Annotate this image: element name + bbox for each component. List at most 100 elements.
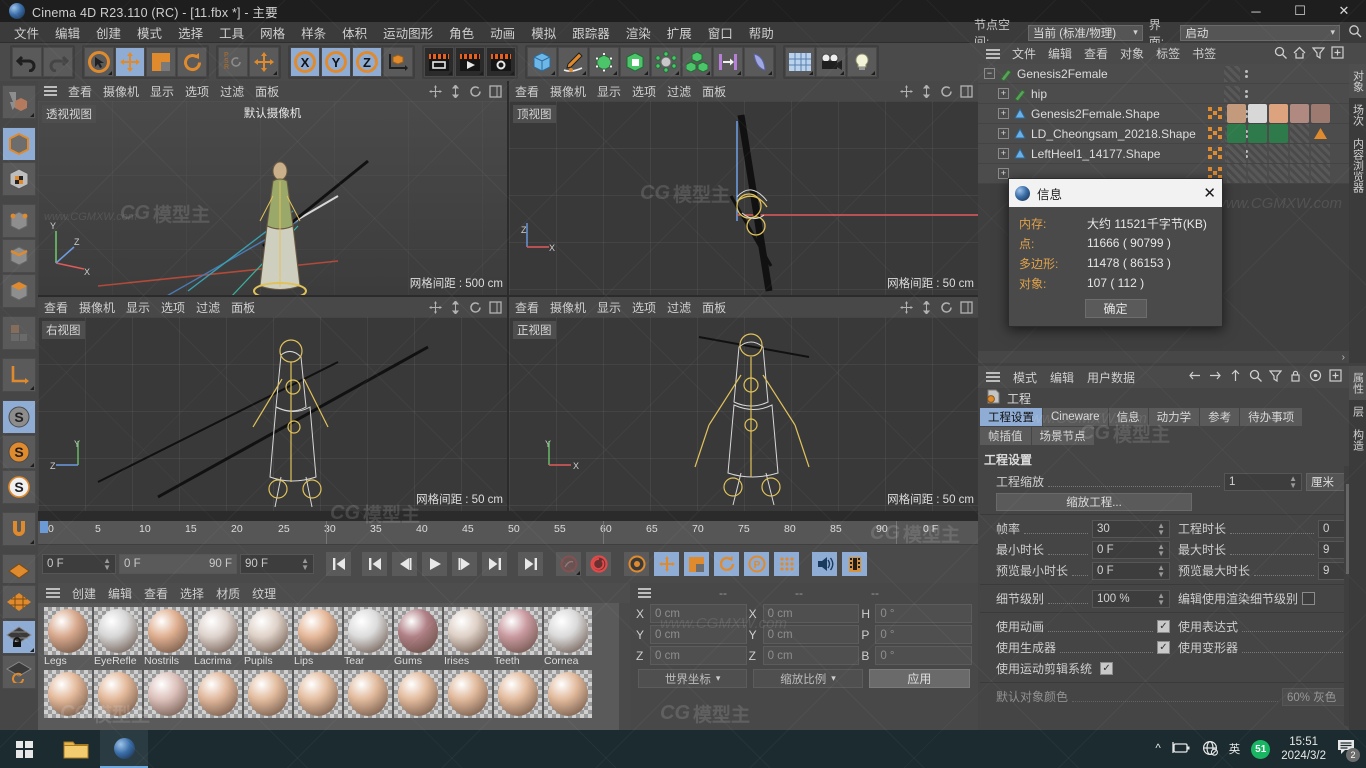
coord-field-p[interactable]: 0 ° (875, 625, 973, 644)
tab-scene-nodes[interactable]: 场景节点 (1031, 427, 1094, 445)
add-icon[interactable] (1329, 369, 1342, 385)
material-tag-skin[interactable] (1227, 104, 1246, 123)
lock-z-axis-button[interactable]: Z (352, 47, 382, 77)
keyframe-settings-button[interactable] (623, 551, 650, 577)
material-item[interactable] (244, 670, 292, 718)
tab-attributes[interactable]: 属性 (1348, 366, 1366, 400)
coord-field-b[interactable]: 0 ° (875, 646, 973, 665)
vp-menu-camera[interactable]: 摄像机 (103, 83, 139, 100)
spinner-icon[interactable]: ▲ ▼ (1289, 474, 1297, 489)
key-position-button[interactable] (653, 551, 680, 577)
info-dialog-ok-button[interactable]: 确定 (1084, 299, 1147, 318)
point-mode-button[interactable] (2, 204, 36, 238)
lock-y-axis-button[interactable]: Y (321, 47, 351, 77)
om-menu-object[interactable]: 对象 (1120, 45, 1144, 62)
tab-layers[interactable]: 层 (1349, 400, 1366, 423)
vp-menu-options[interactable]: 选项 (632, 299, 656, 316)
menu-item-file[interactable]: 文件 (6, 21, 47, 44)
am-menu-edit[interactable]: 编辑 (1050, 369, 1074, 386)
vp-menu-view[interactable]: 查看 (68, 83, 92, 100)
timeline-ruler[interactable]: 0 5 10 15 20 25 30 35 40 45 50 55 60 65 … (38, 521, 978, 545)
texture-tag-icon[interactable] (1206, 144, 1225, 163)
expander-icon[interactable]: + (998, 88, 1009, 99)
tab-structure[interactable]: 构造 (1349, 423, 1366, 457)
go-to-next-key-button[interactable] (481, 551, 508, 577)
expander-icon[interactable]: + (998, 108, 1009, 119)
tab-project-settings[interactable]: 工程设置 (980, 408, 1042, 426)
viewport-front[interactable]: 查看 摄像机 显示 选项 过滤 面板 正视图 网格间距 : 50 cm Y X (509, 297, 978, 511)
add-deformer-button[interactable] (620, 47, 650, 77)
object-row-hip[interactable]: + hip (978, 84, 1366, 104)
menu-item-edit[interactable]: 编辑 (47, 21, 88, 44)
sound-toggle-button[interactable] (811, 551, 838, 577)
object-row-cheongsam-shape[interactable]: + LD_Cheongsam_20218.Shape (978, 124, 1366, 144)
render-settings-button[interactable] (486, 47, 516, 77)
vp-menu-panel[interactable]: 面板 (702, 83, 726, 100)
vp-menu-panel[interactable]: 面板 (255, 83, 279, 100)
taskbar-cinema4d[interactable] (100, 730, 148, 768)
warning-tag-icon[interactable] (1311, 124, 1330, 143)
expander-icon[interactable]: − (984, 68, 995, 79)
project-scale-field[interactable]: 1 ▲ ▼ (1224, 472, 1302, 491)
material-item[interactable]: Lips (294, 607, 342, 668)
menu-item-mograph[interactable]: 运动图形 (375, 21, 441, 44)
viewport-top[interactable]: 查看 摄像机 显示 选项 过滤 面板 顶视图 网格间距 : 50 cm Z X (509, 81, 978, 295)
add-floor-button[interactable] (785, 47, 815, 77)
up-arrow-icon[interactable] (1229, 369, 1242, 385)
vp-menu-display[interactable]: 显示 (126, 299, 150, 316)
add-light-button[interactable] (847, 47, 877, 77)
maximize-viewport-icon[interactable] (960, 300, 973, 314)
autokeying-button[interactable] (585, 551, 612, 577)
go-to-start-button[interactable] (325, 551, 352, 577)
key-points-button[interactable] (773, 551, 800, 577)
visibility-dot[interactable] (1224, 65, 1240, 82)
edge-mode-button[interactable] (2, 239, 36, 273)
viewport-right-canvas[interactable]: 右视图 网格间距 : 50 cm Y Z (38, 317, 507, 511)
vp-menu-options[interactable]: 选项 (632, 83, 656, 100)
spinner-icon[interactable]: ▲ ▼ (1157, 521, 1165, 536)
pan-icon[interactable] (900, 300, 913, 314)
spinner-icon[interactable]: ▲ ▼ (1157, 591, 1165, 606)
texture-tag-icon[interactable] (1206, 124, 1225, 143)
mm-menu-create[interactable]: 创建 (72, 585, 96, 602)
om-menu-edit[interactable]: 编辑 (1048, 45, 1072, 62)
lod-field[interactable]: 100 % ▲ ▼ (1092, 589, 1170, 608)
menu-hamburger-icon[interactable] (986, 48, 1000, 59)
mm-menu-material[interactable]: 材质 (216, 585, 240, 602)
viewport-front-canvas[interactable]: 正视图 网格间距 : 50 cm Y X (509, 317, 978, 511)
spinner-icon[interactable]: ▲ ▼ (301, 557, 309, 572)
zoom-icon[interactable] (920, 83, 933, 99)
menu-item-mode[interactable]: 模式 (129, 21, 170, 44)
om-menu-tag[interactable]: 标签 (1156, 45, 1180, 62)
magnet-tool-button[interactable] (2, 512, 36, 546)
node-space-select[interactable]: 当前 (标准/物理) ▾ (1028, 24, 1143, 41)
vp-menu-camera[interactable]: 摄像机 (550, 83, 586, 100)
am-menu-user-data[interactable]: 用户数据 (1087, 369, 1135, 386)
start-button[interactable] (0, 730, 48, 768)
scale-project-button[interactable]: 缩放工程... (996, 493, 1192, 511)
add-camera-button[interactable] (816, 47, 846, 77)
polygon-mode-button[interactable] (2, 274, 36, 308)
go-to-end-button[interactable] (517, 551, 544, 577)
vp-menu-filter[interactable]: 过滤 (196, 299, 220, 316)
use-motion-clip-checkbox[interactable]: ✓ (1100, 662, 1114, 675)
use-generator-checkbox[interactable]: ✓ (1157, 641, 1170, 654)
object-row-genesis2female[interactable]: − Genesis2Female (978, 64, 1366, 84)
ime-language-indicator[interactable]: 英 (1229, 741, 1241, 757)
menu-hamburger-icon[interactable] (638, 588, 651, 598)
material-item[interactable]: Lacrima (194, 607, 242, 668)
material-grid[interactable]: Legs EyeRefle Nostrils Lacrima Pupils Li… (38, 603, 630, 730)
coord-field-size-z[interactable]: 0 cm (762, 646, 860, 665)
taskbar-file-explorer[interactable] (52, 730, 100, 768)
zoom-icon[interactable] (449, 299, 462, 315)
rotate-icon[interactable] (469, 85, 482, 98)
vp-menu-panel[interactable]: 面板 (702, 299, 726, 316)
vp-menu-filter[interactable]: 过滤 (220, 83, 244, 100)
ime-badge[interactable]: 51 (1251, 739, 1271, 759)
empty-tag-slot[interactable] (1290, 124, 1309, 143)
filter-icon[interactable] (1268, 369, 1283, 385)
interface-select[interactable]: 启动 ▾ (1180, 24, 1340, 41)
menu-item-tracker[interactable]: 跟踪器 (564, 21, 618, 44)
vp-menu-filter[interactable]: 过滤 (667, 83, 691, 100)
coord-field-pos-y[interactable]: 0 cm (650, 625, 747, 644)
